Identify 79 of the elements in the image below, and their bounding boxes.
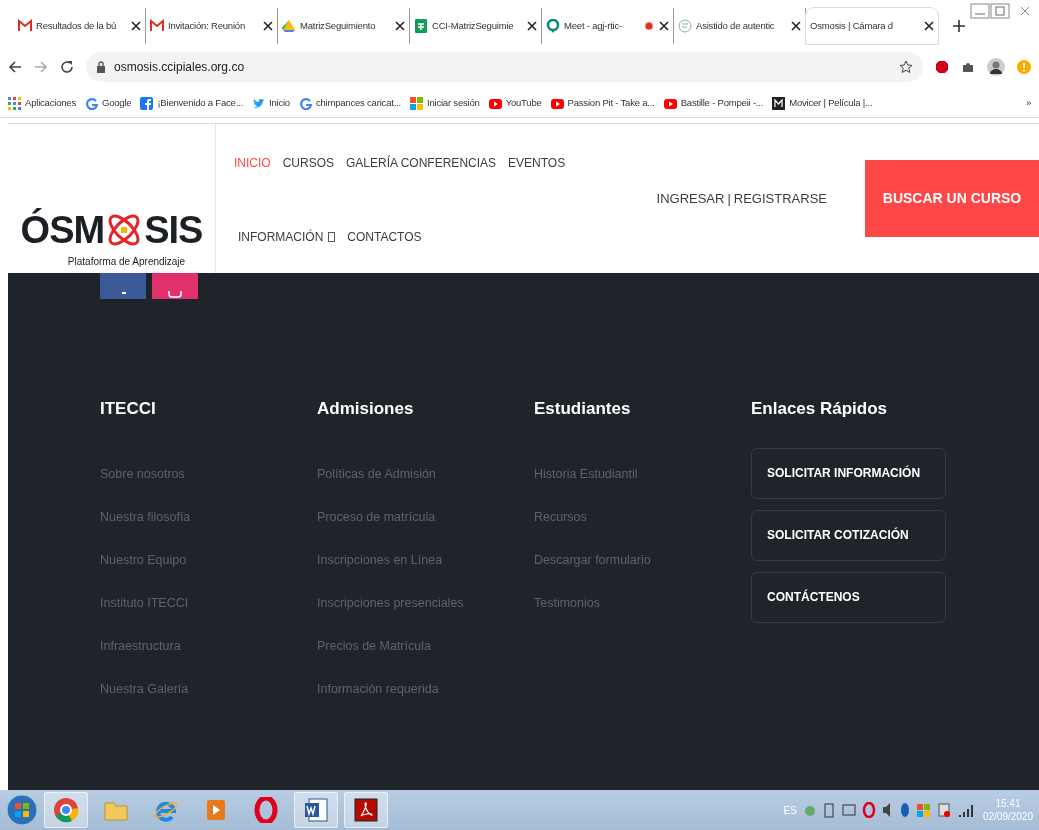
tab-title: Meet - agj-rtic- [564, 18, 624, 33]
clock-date: 02/09/2020 [982, 810, 1033, 823]
nav-link[interactable]: INFORMACIÓN [238, 227, 336, 246]
f-square-icon [140, 97, 154, 110]
bird-icon [251, 97, 265, 110]
tab-title: Resultados de la bú [36, 18, 118, 33]
column-heading: ITECCI [100, 398, 157, 420]
address-bar[interactable]: osmosis.ccipiales.org.co [86, 52, 923, 82]
four-squares-icon [409, 97, 423, 110]
taskbar-app-button[interactable] [294, 792, 338, 828]
logo-text: SIS [144, 211, 203, 249]
register-link[interactable]: REGISTRARSE [733, 188, 827, 209]
url-text: osmosis.ccipiales.org.co [114, 59, 245, 76]
nav-link[interactable]: CONTACTOS [347, 227, 422, 246]
o-ring-icon [253, 797, 279, 823]
bookmark[interactable]: chimpances caricat... [298, 96, 401, 111]
logo-tagline: Plataforma de Aprendizaje [67, 255, 186, 269]
bookmark[interactable]: Aplicaciones [8, 96, 76, 111]
close-icon[interactable] [791, 21, 801, 31]
reload-icon[interactable] [60, 60, 74, 74]
close-icon[interactable] [131, 21, 141, 31]
lock-icon [96, 61, 106, 73]
grid-icon [8, 97, 21, 110]
quick-link-button[interactable]: CONTÁCTENOS [751, 571, 946, 623]
document-w-icon [303, 797, 329, 823]
login-link[interactable]: INGRESAR [656, 188, 725, 209]
close-icon[interactable] [395, 21, 405, 31]
bookmark[interactable]: Movicer | Película |... [772, 96, 873, 111]
bookmark[interactable]: ¡Bienvenido a Face... [140, 96, 243, 111]
bookmark[interactable]: Passion Pit - Take a... [550, 96, 655, 111]
document-icon [678, 19, 692, 33]
bookmark[interactable]: Bastille - Pompeii -... [663, 96, 764, 111]
location-pin-icon [546, 19, 560, 33]
m-square-icon [772, 97, 786, 110]
taskbar-app-button[interactable] [344, 792, 388, 828]
play-icon [663, 97, 677, 110]
nav-link[interactable]: GALERÍA CONFERENCIAS [346, 154, 497, 172]
bookmark[interactable]: Iniciar sesión [409, 96, 480, 111]
tab-title: CCI-MatrizSeguimie [432, 18, 515, 33]
tray-icons-drawing[interactable] [804, 802, 975, 818]
more-bookmarks-button[interactable]: » [1025, 96, 1031, 111]
start-orb-icon[interactable] [6, 794, 38, 826]
adblock-icon[interactable] [935, 60, 949, 74]
g-letter-icon [84, 97, 98, 110]
nav-link[interactable]: EVENTOS [508, 154, 566, 172]
pdf-icon [353, 797, 379, 823]
star-icon[interactable] [899, 60, 913, 74]
puzzle-icon[interactable] [961, 60, 975, 74]
bookmark[interactable]: Inicio [251, 96, 290, 111]
mail-icon [18, 19, 32, 33]
tab-title: Asistido de autentic [696, 18, 776, 33]
close-icon[interactable] [659, 21, 669, 31]
close-icon[interactable] [924, 21, 934, 31]
bookmark[interactable]: YouTube [488, 96, 542, 111]
quick-link-button[interactable]: SOLICITAR COTIZACIÓN [751, 509, 946, 561]
quick-link-button[interactable]: SOLICITAR INFORMACIÓN [751, 447, 946, 499]
instagram-button[interactable] [152, 273, 198, 299]
separator-text: | [727, 189, 731, 208]
close-icon[interactable] [263, 21, 273, 31]
tab-title: MatrizSeguimiento [300, 18, 377, 33]
avatar-icon[interactable] [987, 58, 1005, 76]
tab-title: Osmosis | Cámara d [810, 18, 894, 33]
play-icon [550, 97, 564, 110]
plus-icon[interactable] [952, 19, 966, 33]
bookmark[interactable]: Google [84, 96, 132, 111]
g-letter-icon [298, 97, 312, 110]
tab-title: Invitación: Reunión [168, 18, 246, 33]
triangle-icon [282, 19, 296, 33]
circle-logo-icon [53, 797, 79, 823]
column-heading: Estudiantes [534, 398, 632, 420]
clock-time: 15:41 [995, 797, 1021, 810]
column-heading: Enlaces Rápidos [751, 398, 889, 420]
nav-link[interactable]: CURSOS [282, 154, 334, 172]
column-heading: Admisiones [317, 398, 415, 420]
mail-icon [150, 19, 164, 33]
close-icon[interactable] [527, 21, 537, 31]
back-arrow-icon[interactable] [8, 60, 22, 74]
spreadsheet-icon [414, 19, 428, 33]
play-icon [488, 97, 502, 110]
